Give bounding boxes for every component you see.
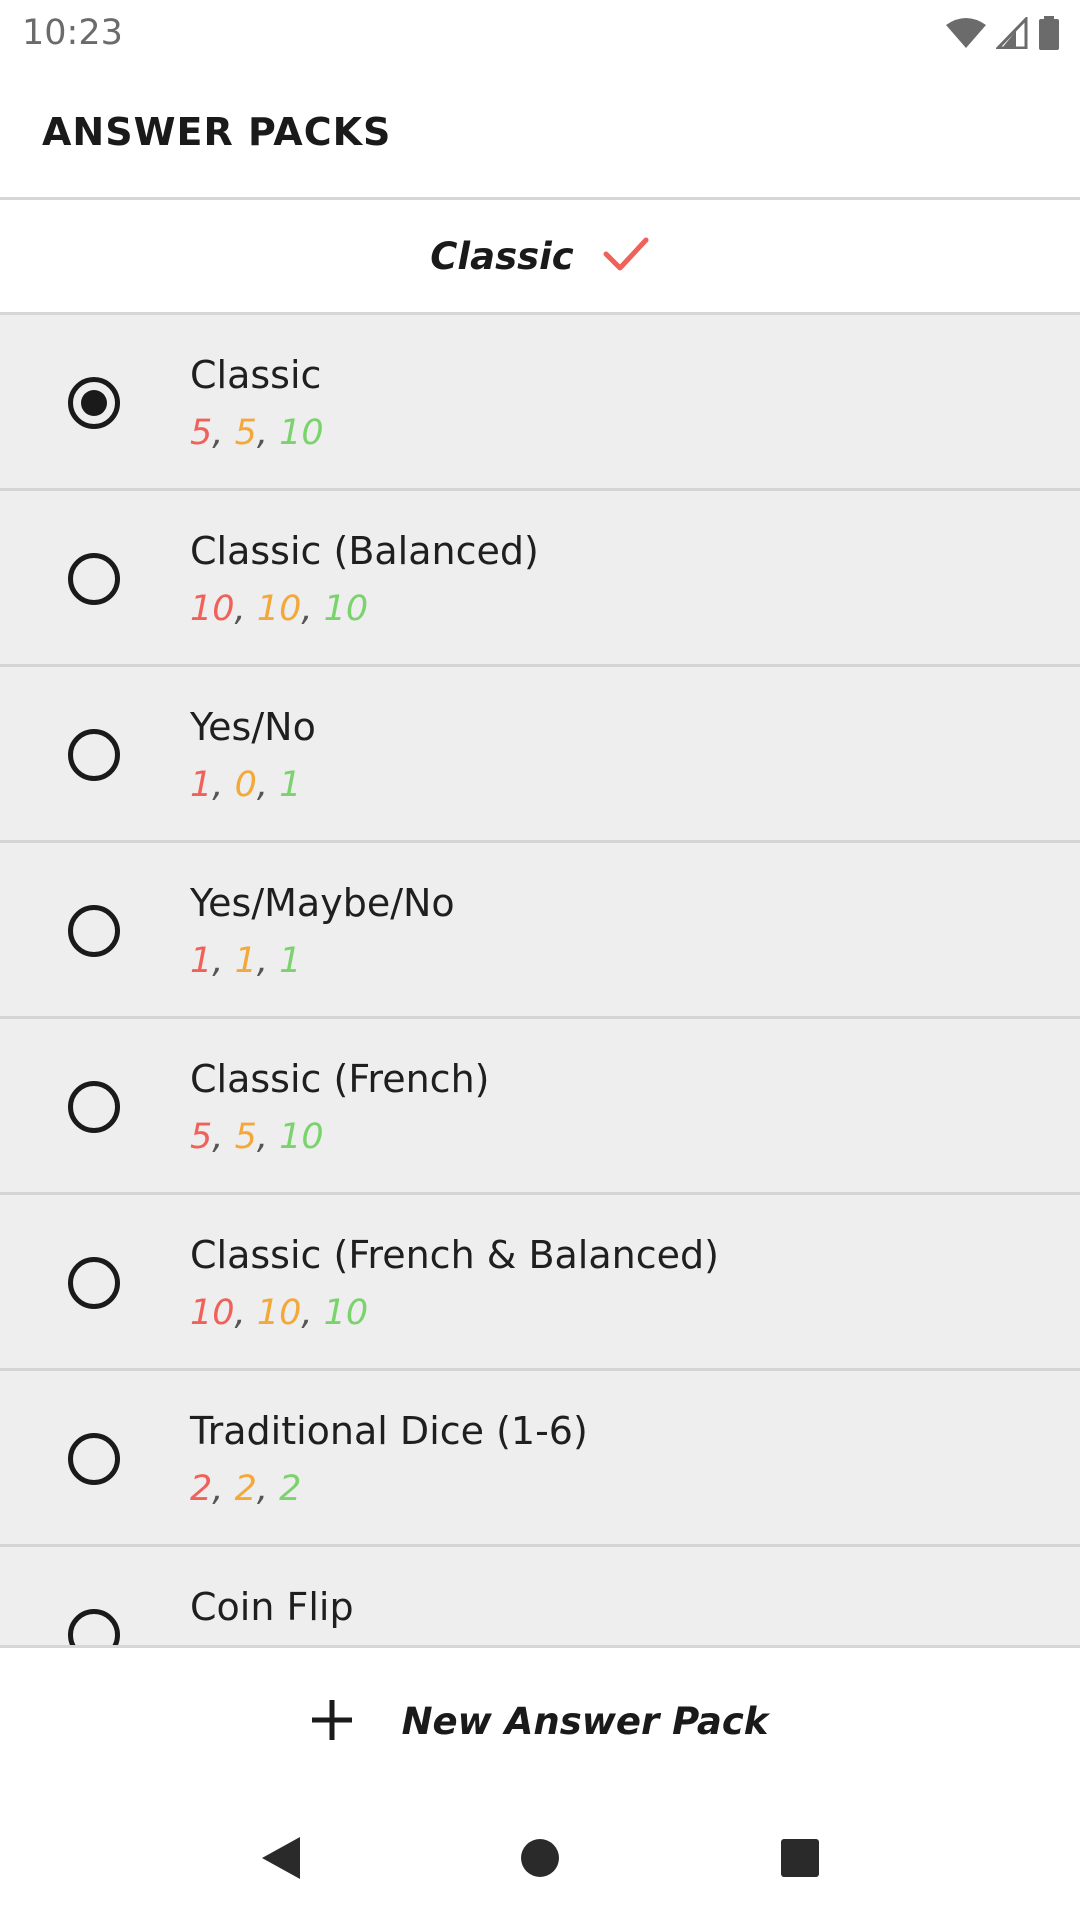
app-bar: ANSWER PACKS bbox=[0, 66, 1080, 200]
list-item-pack-6[interactable]: Traditional Dice (1-6) 2, 2, 2 bbox=[0, 1371, 1080, 1547]
list-item-pack-7[interactable]: Coin Flip bbox=[0, 1547, 1080, 1645]
status-icons bbox=[946, 16, 1060, 50]
value-orange: 10 bbox=[256, 589, 302, 629]
list-item-pack-0[interactable]: Classic 5, 5, 10 bbox=[0, 315, 1080, 491]
pack-values: 1, 1, 1 bbox=[190, 941, 302, 981]
list-item-pack-5[interactable]: Classic (French & Balanced) 10, 10, 10 bbox=[0, 1195, 1080, 1371]
value-orange: 10 bbox=[256, 1293, 302, 1333]
pack-name: Classic (French) bbox=[190, 1057, 490, 1101]
pack-name: Yes/Maybe/No bbox=[190, 881, 455, 925]
radio-button[interactable] bbox=[68, 1257, 120, 1309]
value-green: 1 bbox=[279, 941, 302, 981]
value-orange: 5 bbox=[234, 1117, 257, 1157]
value-green: 1 bbox=[279, 765, 302, 805]
value-orange: 0 bbox=[234, 765, 257, 805]
list-item-pack-3[interactable]: Yes/Maybe/No 1, 1, 1 bbox=[0, 843, 1080, 1019]
list-item-pack-2[interactable]: Yes/No 1, 0, 1 bbox=[0, 667, 1080, 843]
home-icon[interactable] bbox=[500, 1818, 580, 1898]
pack-values: 5, 5, 10 bbox=[190, 1117, 324, 1157]
answer-pack-list[interactable]: Classic 5, 5, 10 Classic (Balanced) 10, … bbox=[0, 315, 1080, 1645]
pack-name: Classic (French & Balanced) bbox=[190, 1233, 719, 1277]
pack-values: 5, 5, 10 bbox=[190, 413, 324, 453]
value-green: 2 bbox=[279, 1469, 302, 1509]
pack-name: Yes/No bbox=[190, 705, 316, 749]
radio-button[interactable] bbox=[68, 905, 120, 957]
pack-values: 2, 2, 2 bbox=[190, 1469, 302, 1509]
new-answer-pack-button[interactable]: New Answer Pack bbox=[0, 1645, 1080, 1795]
value-green: 10 bbox=[323, 1293, 369, 1333]
value-orange: 1 bbox=[234, 941, 257, 981]
plus-icon bbox=[311, 1699, 353, 1744]
status-time: 10:23 bbox=[22, 13, 123, 53]
radio-button[interactable] bbox=[68, 1433, 120, 1485]
value-green: 10 bbox=[279, 1117, 324, 1157]
list-item-pack-1[interactable]: Classic (Balanced) 10, 10, 10 bbox=[0, 491, 1080, 667]
radio-button[interactable] bbox=[68, 553, 120, 605]
new-answer-pack-label: New Answer Pack bbox=[401, 1700, 769, 1743]
value-orange: 2 bbox=[234, 1469, 257, 1509]
pack-values: 10, 10, 10 bbox=[190, 589, 369, 629]
pack-name: Traditional Dice (1-6) bbox=[190, 1409, 588, 1453]
value-red: 5 bbox=[190, 1117, 213, 1157]
value-red: 10 bbox=[190, 1293, 235, 1333]
value-red: 5 bbox=[190, 413, 213, 453]
checkmark-icon bbox=[602, 234, 650, 278]
value-green: 10 bbox=[323, 589, 369, 629]
selected-pack-name: Classic bbox=[430, 234, 574, 278]
radio-button[interactable] bbox=[68, 1081, 120, 1133]
system-nav-bar bbox=[0, 1795, 1080, 1920]
value-red: 1 bbox=[190, 765, 213, 805]
battery-icon bbox=[1038, 16, 1060, 50]
value-green: 10 bbox=[279, 413, 324, 453]
pack-name: Classic bbox=[190, 353, 322, 397]
selected-pack-header[interactable]: Classic bbox=[0, 200, 1080, 315]
pack-name: Classic (Balanced) bbox=[190, 529, 539, 573]
value-orange: 5 bbox=[234, 413, 257, 453]
radio-button[interactable] bbox=[68, 377, 120, 429]
pack-name: Coin Flip bbox=[190, 1585, 354, 1629]
screen: 10:23 ANSWER PACKS Classic Classic 5, 5,… bbox=[0, 0, 1080, 1920]
recents-icon[interactable] bbox=[760, 1818, 840, 1898]
back-icon[interactable] bbox=[240, 1818, 320, 1898]
value-red: 2 bbox=[190, 1469, 213, 1509]
value-red: 1 bbox=[190, 941, 213, 981]
radio-button[interactable] bbox=[68, 729, 120, 781]
page-title: ANSWER PACKS bbox=[42, 109, 392, 154]
pack-values: 10, 10, 10 bbox=[190, 1293, 369, 1333]
cell-signal-icon bbox=[996, 17, 1028, 49]
wifi-icon bbox=[946, 17, 986, 49]
pack-values: 1, 0, 1 bbox=[190, 765, 302, 805]
radio-button[interactable] bbox=[68, 1609, 120, 1645]
status-bar: 10:23 bbox=[0, 0, 1080, 66]
value-red: 10 bbox=[190, 589, 235, 629]
list-item-pack-4[interactable]: Classic (French) 5, 5, 10 bbox=[0, 1019, 1080, 1195]
